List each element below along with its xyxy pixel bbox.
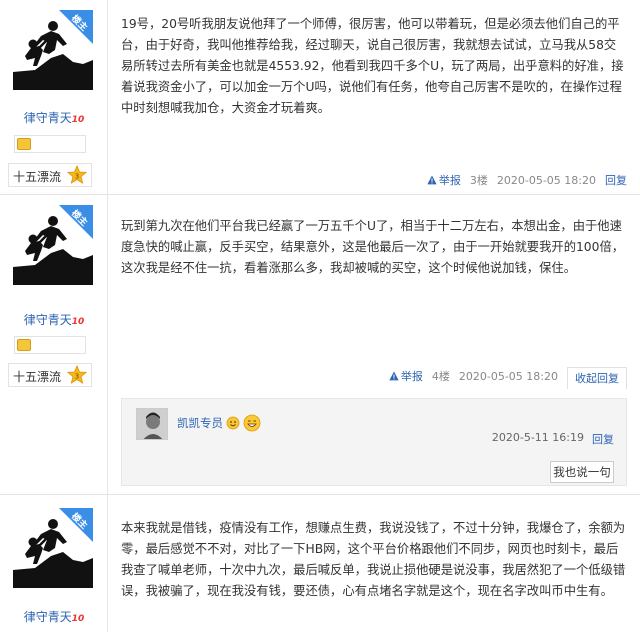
user-avatar[interactable]: 楼主 — [13, 10, 93, 90]
author-sidebar: 楼主 律守青天10 十五漂流 3 — [0, 0, 108, 194]
floor-number: 3楼 — [469, 174, 488, 187]
user-rank-box: 十五漂流 3 — [8, 363, 92, 387]
username-link[interactable]: 律守青天10 — [0, 109, 108, 126]
post-content: 19号，20号听我朋友说他拜了一个师傅，很厉害，他可以带着玩，但是必须去他们自己… — [121, 17, 624, 115]
commenter-name[interactable]: 凯凯专员 — [177, 414, 261, 432]
comment-reply-link[interactable]: 回复 — [592, 431, 614, 447]
post-content: 本来我就是借钱，疫情没有工作，想赚点生费，我说没钱了，不过十分钟，我爆仓了，余额… — [121, 521, 626, 598]
svg-text:3: 3 — [75, 173, 79, 181]
post-content: 玩到第九次在他们平台我已经赢了一万五千个U了，相当于十二万左右，本想出金，由于他… — [121, 219, 625, 275]
user-level-tag: 10 — [71, 317, 85, 327]
thread-owner-badge: 楼主 — [59, 10, 93, 44]
thread-owner-badge: 楼主 — [59, 508, 93, 542]
member-medal — [14, 135, 86, 153]
smiley-icon — [226, 416, 240, 430]
post-floor-3: 楼主 律守青天10 十五漂流 3 19号，20号听我朋友说他拜了一个师傅，很厉害… — [0, 0, 640, 195]
medal-icon — [17, 339, 31, 351]
svg-text:3: 3 — [75, 373, 79, 381]
grin-emoji-icon — [243, 414, 261, 432]
user-rank-box: 十五漂流 3 — [8, 163, 92, 187]
user-level-tag: 10 — [71, 115, 85, 125]
add-comment-button[interactable]: 我也说一句 — [550, 461, 614, 483]
collapse-replies-tab[interactable]: 收起回复 — [567, 367, 627, 389]
comment-area: 凯凯专员 2020-5-11 16:19 回复 我也说一句 — [121, 398, 627, 486]
floor-number: 4楼 — [431, 370, 450, 383]
report-link[interactable]: 举报 — [427, 172, 461, 188]
rank-name: 十五漂流 — [13, 170, 62, 184]
user-avatar[interactable]: 楼主 — [13, 508, 93, 588]
post-meta: 举报 4楼 2020-05-05 18:20 收起回复 — [389, 367, 627, 389]
rank-star-icon: 3 — [67, 365, 87, 385]
post-floor-5: 楼主 律守青天10 本来我就是借钱，疫情没有工作，想赚点生费，我说没钱了，不过十… — [0, 495, 640, 632]
comment-meta: 2020-5-11 16:19 回复 — [492, 431, 614, 447]
thread-owner-badge: 楼主 — [59, 205, 93, 239]
user-level-tag: 10 — [71, 614, 85, 624]
author-sidebar: 楼主 律守青天10 十五漂流 3 — [0, 195, 108, 494]
rank-star-icon: 3 — [67, 165, 87, 185]
username-link[interactable]: 律守青天10 — [0, 311, 108, 328]
author-sidebar: 楼主 律守青天10 — [0, 495, 108, 632]
post-floor-4: 楼主 律守青天10 十五漂流 3 玩到第九次在他们平台我已经赢了一万五千个U了，… — [0, 195, 640, 495]
user-avatar[interactable]: 楼主 — [13, 205, 93, 285]
post-meta: 举报 3楼 2020-05-05 18:20 回复 — [427, 171, 627, 189]
rank-name: 十五漂流 — [13, 370, 62, 384]
member-medal — [14, 336, 86, 354]
post-time: 2020-05-05 18:20 — [496, 173, 596, 187]
post-time: 2020-05-05 18:20 — [458, 369, 558, 383]
warning-icon — [389, 371, 399, 381]
medal-icon — [17, 138, 31, 150]
commenter-avatar[interactable] — [136, 408, 168, 440]
reply-link[interactable]: 回复 — [605, 172, 627, 188]
warning-icon — [427, 175, 437, 185]
comment-time: 2020-5-11 16:19 — [491, 431, 584, 444]
report-link[interactable]: 举报 — [389, 368, 423, 384]
username-link[interactable]: 律守青天10 — [0, 608, 108, 625]
